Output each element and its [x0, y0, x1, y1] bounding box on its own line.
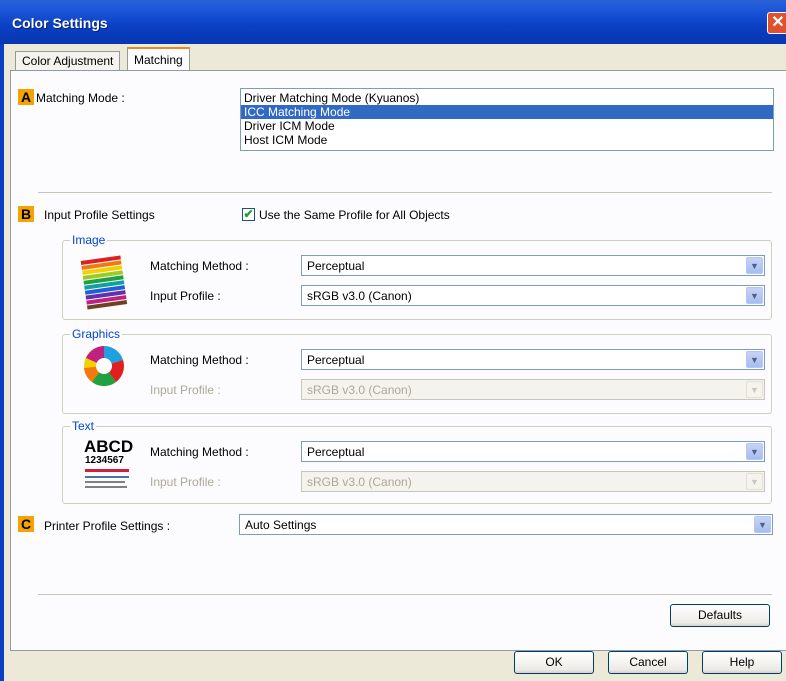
checkmark-icon: ✔: [243, 207, 254, 221]
select-value: Perceptual: [307, 353, 365, 367]
image-group-title: Image: [70, 233, 108, 247]
image-matching-method-select[interactable]: Perceptual ▼: [301, 255, 765, 276]
ok-button[interactable]: OK: [514, 651, 594, 674]
matching-mode-label: Matching Mode :: [36, 91, 125, 105]
matching-mode-listbox[interactable]: Driver Matching Mode (Kyuanos) ICC Match…: [240, 88, 774, 151]
select-value: Perceptual: [307, 445, 365, 459]
sample-line: [85, 486, 127, 488]
title-bar[interactable]: Color Settings ✕: [0, 0, 786, 44]
select-value: Perceptual: [307, 259, 365, 273]
graphics-input-profile-select: sRGB v3.0 (Canon) ▼: [301, 379, 765, 400]
text-matching-method-select[interactable]: Perceptual ▼: [301, 441, 765, 462]
graphics-matching-method-select[interactable]: Perceptual ▼: [301, 349, 765, 370]
list-item[interactable]: Driver Matching Mode (Kyuanos): [241, 91, 773, 105]
input-profile-settings-label: Input Profile Settings: [44, 208, 155, 222]
tab-color-adjustment[interactable]: Color Adjustment: [15, 51, 121, 71]
text-group-title: Text: [70, 419, 97, 433]
marker-a: A: [18, 89, 34, 105]
window-title: Color Settings: [12, 15, 108, 31]
marker-b: B: [18, 206, 34, 222]
printer-profile-select[interactable]: Auto Settings ▼: [239, 514, 773, 535]
close-icon: ✕: [771, 14, 785, 31]
graphics-group: [62, 334, 772, 414]
text-input-profile-label: Input Profile :: [150, 475, 221, 489]
help-button[interactable]: Help: [702, 651, 782, 674]
tab-matching[interactable]: Matching: [127, 47, 190, 71]
text-input-profile-select: sRGB v3.0 (Canon) ▼: [301, 471, 765, 492]
graphics-matching-method-label: Matching Method :: [150, 353, 249, 367]
graphics-group-title: Graphics: [70, 327, 123, 341]
image-input-profile-select[interactable]: sRGB v3.0 (Canon) ▼: [301, 285, 765, 306]
text-sample-icon: ABCD 1234567: [80, 437, 134, 496]
color-settings-dialog: Color Settings ✕ Color Adjustment Matchi…: [0, 0, 786, 681]
select-value: sRGB v3.0 (Canon): [307, 475, 412, 489]
sample-line: [85, 481, 125, 483]
list-item[interactable]: Driver ICM Mode: [241, 119, 773, 133]
sample-line: [85, 476, 129, 478]
list-item[interactable]: Host ICM Mode: [241, 133, 773, 147]
pie-chart-icon: [84, 346, 124, 386]
select-value: Auto Settings: [245, 518, 317, 532]
colored-pencils-icon: [80, 255, 128, 310]
chevron-down-icon[interactable]: ▼: [746, 257, 763, 274]
chevron-down-icon[interactable]: ▼: [746, 443, 763, 460]
bottom-divider: [38, 594, 772, 595]
chevron-down-icon[interactable]: ▼: [746, 351, 763, 368]
image-matching-method-label: Matching Method :: [150, 259, 249, 273]
marker-c: C: [18, 516, 34, 532]
section-divider: [38, 192, 772, 193]
text-matching-method-label: Matching Method :: [150, 445, 249, 459]
same-profile-label[interactable]: Use the Same Profile for All Objects: [259, 208, 450, 222]
cancel-button[interactable]: Cancel: [608, 651, 688, 674]
chevron-down-icon: ▼: [746, 381, 763, 398]
image-input-profile-label: Input Profile :: [150, 289, 221, 303]
sample-line: [85, 469, 129, 472]
chevron-down-icon[interactable]: ▼: [746, 287, 763, 304]
printer-profile-label: Printer Profile Settings :: [44, 519, 171, 533]
sample-text-number: 1234567: [85, 455, 124, 466]
list-item-selected[interactable]: ICC Matching Mode: [241, 105, 773, 119]
close-button[interactable]: ✕: [767, 12, 786, 34]
same-profile-checkbox[interactable]: ✔: [242, 208, 255, 221]
text-group: [62, 426, 772, 504]
defaults-button[interactable]: Defaults: [670, 604, 770, 627]
select-value: sRGB v3.0 (Canon): [307, 289, 412, 303]
graphics-input-profile-label: Input Profile :: [150, 383, 221, 397]
sample-text-big: ABCD: [84, 437, 134, 456]
chevron-down-icon[interactable]: ▼: [754, 516, 771, 533]
chevron-down-icon: ▼: [746, 473, 763, 490]
image-group: [62, 240, 772, 320]
select-value: sRGB v3.0 (Canon): [307, 383, 412, 397]
